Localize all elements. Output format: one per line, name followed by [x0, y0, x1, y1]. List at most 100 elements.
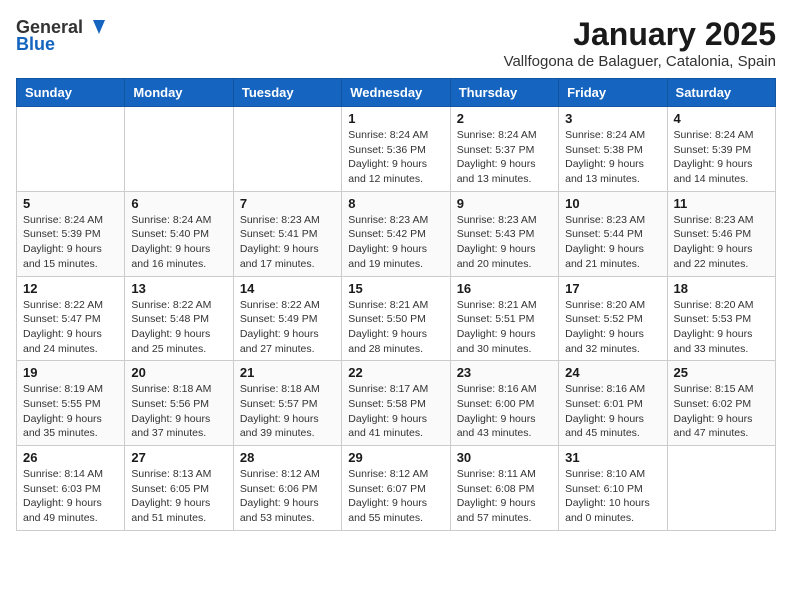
- calendar-cell: [233, 107, 341, 192]
- calendar-cell: 15 Sunrise: 8:21 AM Sunset: 5:50 PM Dayli…: [342, 276, 450, 361]
- day-number: 14: [240, 281, 335, 296]
- day-info: Sunrise: 8:23 AM Sunset: 5:44 PM Dayligh…: [565, 213, 660, 272]
- day-info: Sunrise: 8:18 AM Sunset: 5:57 PM Dayligh…: [240, 382, 335, 441]
- calendar-cell: 25 Sunrise: 8:15 AM Sunset: 6:02 PM Dayli…: [667, 361, 775, 446]
- calendar-cell: 23 Sunrise: 8:16 AM Sunset: 6:00 PM Dayli…: [450, 361, 558, 446]
- calendar-cell: 18Sunrise: 8:20 AM Sunset: 5:53 PM Dayli…: [667, 276, 775, 361]
- day-info: Sunrise: 8:18 AM Sunset: 5:56 PM Dayligh…: [131, 382, 226, 441]
- calendar-cell: 10 Sunrise: 8:23 AM Sunset: 5:44 PM Dayli…: [559, 191, 667, 276]
- calendar-cell: [667, 446, 775, 531]
- day-info: Sunrise: 8:13 AM Sunset: 6:05 PM Dayligh…: [131, 467, 226, 526]
- calendar-cell: 4 Sunrise: 8:24 AM Sunset: 5:39 PM Daylig…: [667, 107, 775, 192]
- day-info: Sunrise: 8:22 AM Sunset: 5:47 PM Dayligh…: [23, 298, 118, 357]
- day-info: Sunrise: 8:16 AM Sunset: 6:00 PM Dayligh…: [457, 382, 552, 441]
- day-info: Sunrise: 8:22 AM Sunset: 5:48 PM Dayligh…: [131, 298, 226, 357]
- day-number: 21: [240, 365, 335, 380]
- calendar-cell: 6Sunrise: 8:24 AM Sunset: 5:40 PM Daylig…: [125, 191, 233, 276]
- day-number: 9: [457, 196, 552, 211]
- day-number: 22: [348, 365, 443, 380]
- day-number: 8: [348, 196, 443, 211]
- day-number: 20: [131, 365, 226, 380]
- calendar-cell: 22 Sunrise: 8:17 AM Sunset: 5:58 PM Dayli…: [342, 361, 450, 446]
- calendar-cell: 31Sunrise: 8:10 AM Sunset: 6:10 PM Dayli…: [559, 446, 667, 531]
- day-info: Sunrise: 8:16 AM Sunset: 6:01 PM Dayligh…: [565, 382, 660, 441]
- day-info: Sunrise: 8:21 AM Sunset: 5:51 PM Dayligh…: [457, 298, 552, 357]
- calendar-cell: 13 Sunrise: 8:22 AM Sunset: 5:48 PM Dayli…: [125, 276, 233, 361]
- day-number: 24: [565, 365, 660, 380]
- calendar-cell: 8Sunrise: 8:23 AM Sunset: 5:42 PM Daylig…: [342, 191, 450, 276]
- col-header-sunday: Sunday: [17, 79, 125, 107]
- page-subtitle: Vallfogona de Balaguer, Catalonia, Spain: [504, 53, 776, 70]
- day-info: Sunrise: 8:15 AM Sunset: 6:02 PM Dayligh…: [674, 382, 769, 441]
- col-header-thursday: Thursday: [450, 79, 558, 107]
- logo-blue: Blue: [16, 34, 55, 55]
- calendar-cell: 14 Sunrise: 8:22 AM Sunset: 5:49 PM Dayli…: [233, 276, 341, 361]
- page-title: January 2025: [504, 16, 776, 53]
- col-header-tuesday: Tuesday: [233, 79, 341, 107]
- calendar-cell: 5 Sunrise: 8:24 AM Sunset: 5:39 PM Daylig…: [17, 191, 125, 276]
- calendar-table: SundayMondayTuesdayWednesdayThursdayFrid…: [16, 78, 776, 531]
- day-number: 11: [674, 196, 769, 211]
- calendar-cell: [125, 107, 233, 192]
- calendar-cell: 19Sunrise: 8:19 AM Sunset: 5:55 PM Dayli…: [17, 361, 125, 446]
- calendar-cell: 2Sunrise: 8:24 AM Sunset: 5:37 PM Daylig…: [450, 107, 558, 192]
- day-info: Sunrise: 8:20 AM Sunset: 5:52 PM Dayligh…: [565, 298, 660, 357]
- day-info: Sunrise: 8:17 AM Sunset: 5:58 PM Dayligh…: [348, 382, 443, 441]
- day-info: Sunrise: 8:24 AM Sunset: 5:37 PM Dayligh…: [457, 128, 552, 187]
- calendar-cell: 21 Sunrise: 8:18 AM Sunset: 5:57 PM Dayli…: [233, 361, 341, 446]
- logo: General Blue: [16, 16, 107, 55]
- day-number: 4: [674, 111, 769, 126]
- day-info: Sunrise: 8:23 AM Sunset: 5:41 PM Dayligh…: [240, 213, 335, 272]
- day-number: 7: [240, 196, 335, 211]
- day-number: 26: [23, 450, 118, 465]
- calendar-cell: 17 Sunrise: 8:20 AM Sunset: 5:52 PM Dayli…: [559, 276, 667, 361]
- col-header-wednesday: Wednesday: [342, 79, 450, 107]
- day-info: Sunrise: 8:12 AM Sunset: 6:07 PM Dayligh…: [348, 467, 443, 526]
- day-info: Sunrise: 8:24 AM Sunset: 5:36 PM Dayligh…: [348, 128, 443, 187]
- day-info: Sunrise: 8:24 AM Sunset: 5:39 PM Dayligh…: [23, 213, 118, 272]
- week-row-1: 1 Sunrise: 8:24 AM Sunset: 5:36 PM Daylig…: [17, 107, 776, 192]
- day-number: 12: [23, 281, 118, 296]
- day-number: 10: [565, 196, 660, 211]
- title-block: January 2025 Vallfogona de Balaguer, Cat…: [504, 16, 776, 70]
- day-number: 19: [23, 365, 118, 380]
- day-number: 25: [674, 365, 769, 380]
- day-number: 1: [348, 111, 443, 126]
- logo-icon: [85, 16, 107, 38]
- week-row-4: 19Sunrise: 8:19 AM Sunset: 5:55 PM Dayli…: [17, 361, 776, 446]
- day-info: Sunrise: 8:12 AM Sunset: 6:06 PM Dayligh…: [240, 467, 335, 526]
- day-info: Sunrise: 8:23 AM Sunset: 5:46 PM Dayligh…: [674, 213, 769, 272]
- calendar-cell: 7 Sunrise: 8:23 AM Sunset: 5:41 PM Daylig…: [233, 191, 341, 276]
- week-row-3: 12 Sunrise: 8:22 AM Sunset: 5:47 PM Dayli…: [17, 276, 776, 361]
- calendar-cell: 9Sunrise: 8:23 AM Sunset: 5:43 PM Daylig…: [450, 191, 558, 276]
- day-number: 13: [131, 281, 226, 296]
- day-info: Sunrise: 8:22 AM Sunset: 5:49 PM Dayligh…: [240, 298, 335, 357]
- day-number: 18: [674, 281, 769, 296]
- week-row-2: 5 Sunrise: 8:24 AM Sunset: 5:39 PM Daylig…: [17, 191, 776, 276]
- calendar-cell: 1 Sunrise: 8:24 AM Sunset: 5:36 PM Daylig…: [342, 107, 450, 192]
- calendar-cell: 30 Sunrise: 8:11 AM Sunset: 6:08 PM Dayli…: [450, 446, 558, 531]
- calendar-cell: 12 Sunrise: 8:22 AM Sunset: 5:47 PM Dayli…: [17, 276, 125, 361]
- day-info: Sunrise: 8:11 AM Sunset: 6:08 PM Dayligh…: [457, 467, 552, 526]
- day-number: 17: [565, 281, 660, 296]
- day-number: 5: [23, 196, 118, 211]
- day-number: 27: [131, 450, 226, 465]
- calendar-header-row: SundayMondayTuesdayWednesdayThursdayFrid…: [17, 79, 776, 107]
- calendar-cell: 3 Sunrise: 8:24 AM Sunset: 5:38 PM Daylig…: [559, 107, 667, 192]
- day-info: Sunrise: 8:24 AM Sunset: 5:40 PM Dayligh…: [131, 213, 226, 272]
- day-number: 30: [457, 450, 552, 465]
- day-number: 15: [348, 281, 443, 296]
- day-number: 31: [565, 450, 660, 465]
- calendar-cell: 27 Sunrise: 8:13 AM Sunset: 6:05 PM Dayli…: [125, 446, 233, 531]
- day-info: Sunrise: 8:14 AM Sunset: 6:03 PM Dayligh…: [23, 467, 118, 526]
- day-number: 29: [348, 450, 443, 465]
- day-info: Sunrise: 8:21 AM Sunset: 5:50 PM Dayligh…: [348, 298, 443, 357]
- day-number: 16: [457, 281, 552, 296]
- day-number: 3: [565, 111, 660, 126]
- calendar-cell: 20 Sunrise: 8:18 AM Sunset: 5:56 PM Dayli…: [125, 361, 233, 446]
- day-info: Sunrise: 8:24 AM Sunset: 5:38 PM Dayligh…: [565, 128, 660, 187]
- day-number: 23: [457, 365, 552, 380]
- calendar-cell: 29 Sunrise: 8:12 AM Sunset: 6:07 PM Dayli…: [342, 446, 450, 531]
- col-header-monday: Monday: [125, 79, 233, 107]
- day-info: Sunrise: 8:24 AM Sunset: 5:39 PM Dayligh…: [674, 128, 769, 187]
